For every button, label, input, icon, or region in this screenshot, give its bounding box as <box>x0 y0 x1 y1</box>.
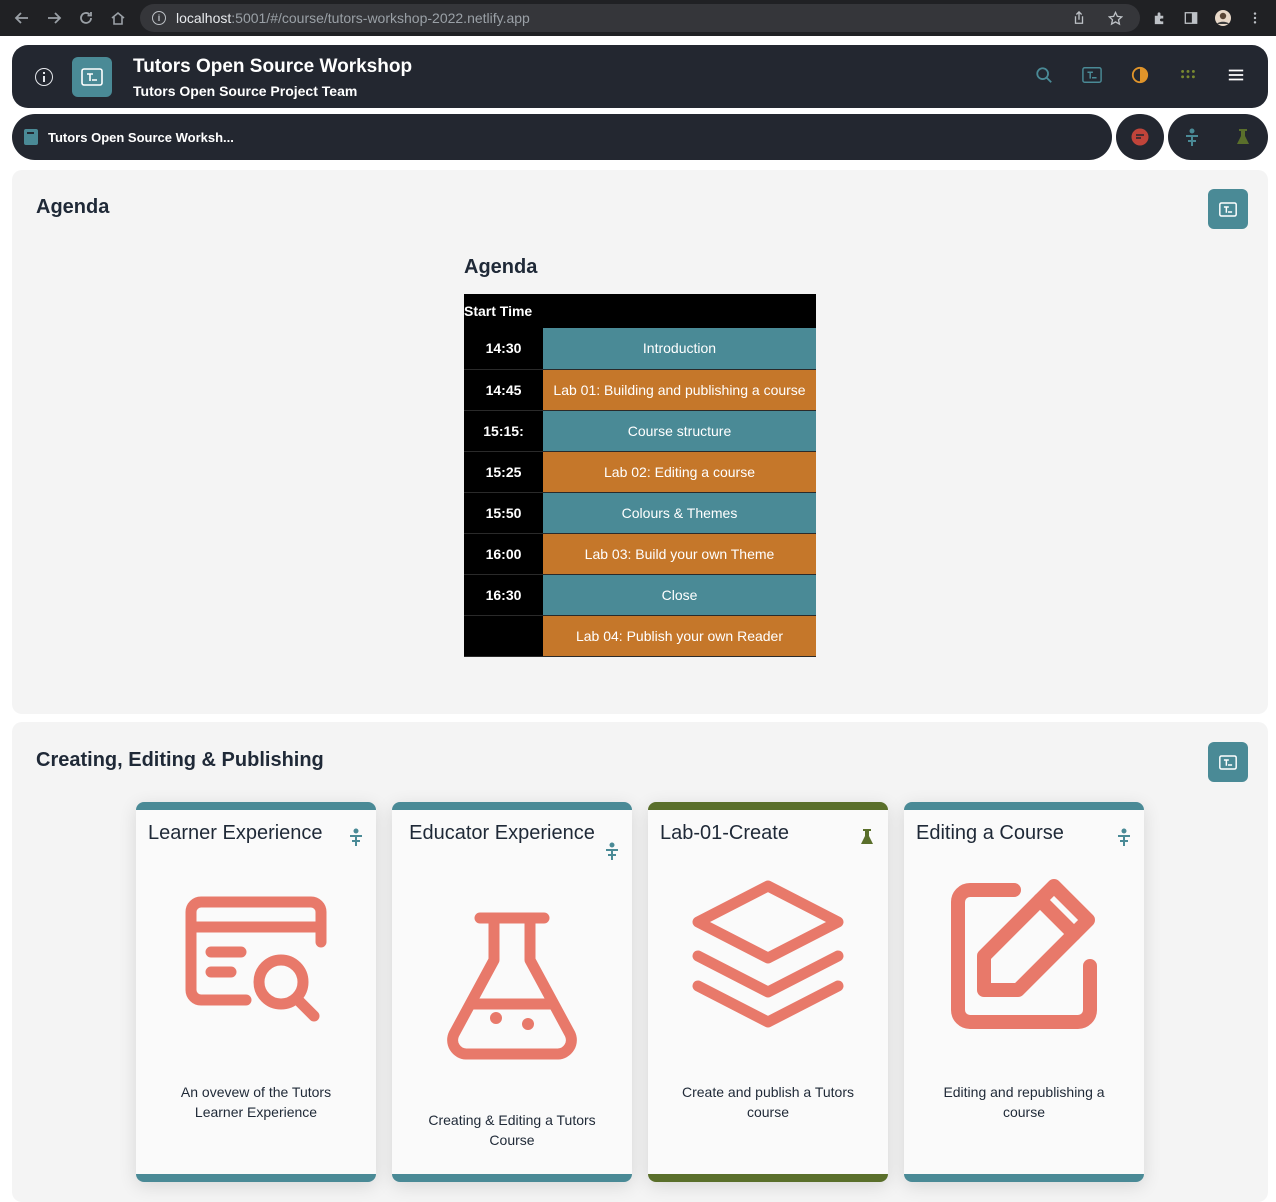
lab-icon[interactable] <box>1236 128 1250 151</box>
agenda-heading: Agenda <box>464 256 538 278</box>
url-path: :5001/#/course/tutors-workshop-2022.netl… <box>231 10 530 26</box>
card-educator-experience[interactable]: Educator Experience Creating & Editing a… <box>392 802 632 1182</box>
card-description: Editing and republishing a course <box>943 1084 1105 1120</box>
extensions-icon[interactable] <box>1150 9 1168 27</box>
tutors-logo[interactable] <box>72 57 112 97</box>
table-row: Lab 04: Publish your own Reader <box>464 615 816 657</box>
card-title: Lab-01-Create <box>660 822 789 844</box>
site-info-icon[interactable]: i <box>152 11 166 25</box>
time-cell: 16:00 <box>464 533 543 575</box>
reload-icon[interactable] <box>70 0 102 36</box>
card-learner-experience[interactable]: Learner Experience An ovevew of the Tuto… <box>136 802 376 1182</box>
activity-cell: Lab 04: Publish your own Reader <box>543 615 816 657</box>
activity-cell: Lab 03: Build your own Theme <box>543 533 816 575</box>
file-search-icon <box>185 896 327 1022</box>
section-tutors-button[interactable] <box>1208 742 1248 782</box>
home-icon[interactable] <box>102 0 134 36</box>
layers-icon <box>692 880 844 1028</box>
back-icon[interactable] <box>6 0 38 36</box>
talk-icon[interactable] <box>1184 128 1200 151</box>
card-editing-a-course[interactable]: Editing a Course Editing and republishin… <box>904 802 1144 1182</box>
table-row: 16:30 Close <box>464 574 816 616</box>
time-cell: 15:50 <box>464 492 543 534</box>
table-row: 15:15: Course structure <box>464 410 816 452</box>
address-bar[interactable]: i localhost :5001/#/course/tutors-worksh… <box>140 4 1140 32</box>
breadcrumb-course-link[interactable]: Tutors Open Source Worksh... <box>48 130 234 145</box>
agenda-section: Agenda Agenda Start Time 14:30 Introduct… <box>12 170 1268 714</box>
talk-icon <box>348 828 364 846</box>
bookmark-star-icon[interactable] <box>1106 9 1124 27</box>
section-title: Agenda <box>36 196 110 218</box>
section-tutors-button[interactable] <box>1208 189 1248 229</box>
section-title: Creating, Editing & Publishing <box>36 749 324 771</box>
url-host: localhost <box>176 10 232 26</box>
activity-cell: Lab 01: Building and publishing a course <box>543 369 816 411</box>
time-cell: 14:30 <box>464 328 543 370</box>
theme-toggle-icon[interactable] <box>1130 65 1150 85</box>
table-row: 15:25 Lab 02: Editing a course <box>464 451 816 493</box>
course-title: Tutors Open Source Workshop <box>133 56 413 77</box>
share-icon[interactable] <box>1070 9 1088 27</box>
lab-icon <box>860 828 876 846</box>
breadcrumb: Tutors Open Source Worksh... <box>12 114 1112 160</box>
card-description: An ovevew of the Tutors Learner Experien… <box>180 1084 332 1120</box>
tutors-icon <box>1219 201 1237 217</box>
talk-icon <box>1116 828 1132 846</box>
start-time-header: Start Time <box>464 294 543 328</box>
course-subtitle: Tutors Open Source Project Team <box>133 83 358 99</box>
chat-icon <box>1131 128 1149 146</box>
table-row: 15:50 Colours & Themes <box>464 492 816 534</box>
activity-cell: Close <box>543 574 816 616</box>
activity-cell: Lab 02: Editing a course <box>543 451 816 493</box>
flask-icon <box>447 912 577 1060</box>
table-row: 16:00 Lab 03: Build your own Theme <box>464 533 816 575</box>
talk-icon <box>604 842 620 860</box>
time-cell: 15:25 <box>464 451 543 493</box>
app-header: Tutors Open Source Workshop Tutors Open … <box>12 45 1268 108</box>
card-description: Create and publish a Tutors course <box>682 1084 854 1120</box>
profile-avatar[interactable] <box>1214 9 1232 27</box>
time-cell <box>464 615 543 657</box>
time-cell: 16:30 <box>464 574 543 616</box>
activity-header <box>543 294 816 328</box>
side-panel-icon[interactable] <box>1182 9 1200 27</box>
table-row: 14:45 Lab 01: Building and publishing a … <box>464 369 816 411</box>
tutors-home-icon[interactable] <box>1082 65 1102 85</box>
activity-cell: Course structure <box>543 410 816 452</box>
hamburger-menu-icon[interactable] <box>1226 65 1246 85</box>
course-book-icon <box>24 129 38 145</box>
apps-grid-icon[interactable] <box>1178 65 1198 85</box>
time-cell: 15:15: <box>464 410 543 452</box>
time-cell: 14:45 <box>464 369 543 411</box>
forward-icon[interactable] <box>38 0 70 36</box>
activity-cell: Colours & Themes <box>543 492 816 534</box>
browser-toolbar: i localhost :5001/#/course/tutors-worksh… <box>0 0 1276 36</box>
search-icon[interactable] <box>1034 65 1054 85</box>
card-lab-01-create[interactable]: Lab-01-Create Create and publish a Tutor… <box>648 802 888 1182</box>
tutors-icon <box>1219 754 1237 770</box>
agenda-table: Start Time 14:30 Introduction 14:45 Lab … <box>464 294 816 657</box>
activity-cell: Introduction <box>543 328 816 370</box>
card-title: Learner Experience <box>148 822 323 844</box>
card-title: Editing a Course <box>916 822 1064 844</box>
table-row: 14:30 Introduction <box>464 328 816 370</box>
creating-section: Creating, Editing & Publishing Learner E… <box>12 722 1268 1202</box>
resource-filter-buttons <box>1168 114 1268 160</box>
card-description: Creating & Editing a Tutors Course <box>428 1112 596 1148</box>
info-icon[interactable] <box>35 68 53 86</box>
browser-menu-icon[interactable] <box>1246 9 1264 27</box>
chat-button[interactable] <box>1116 114 1164 160</box>
card-title: Educator Experience <box>409 822 595 844</box>
edit-icon <box>951 879 1097 1029</box>
